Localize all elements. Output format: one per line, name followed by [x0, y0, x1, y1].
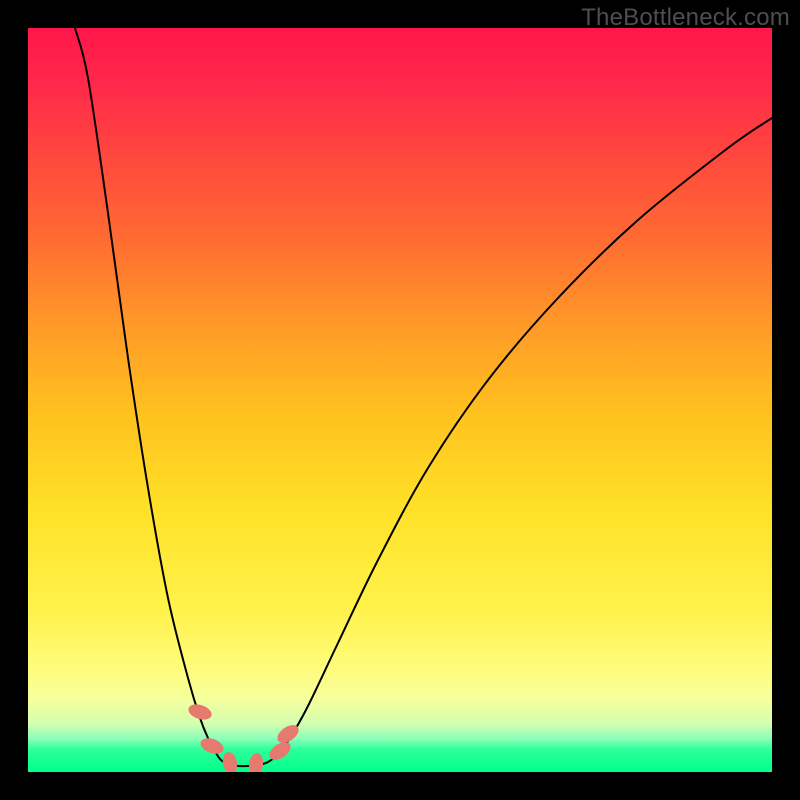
curve-layer — [28, 28, 772, 772]
chart-frame: TheBottleneck.com — [0, 0, 800, 800]
watermark-text: TheBottleneck.com — [581, 4, 790, 32]
plot-area — [28, 28, 772, 772]
marker-floor-left — [221, 751, 239, 772]
curve-markers — [186, 702, 301, 772]
marker-left-lower — [198, 735, 225, 756]
bottleneck-curve — [75, 28, 772, 766]
marker-floor-right — [248, 752, 265, 772]
